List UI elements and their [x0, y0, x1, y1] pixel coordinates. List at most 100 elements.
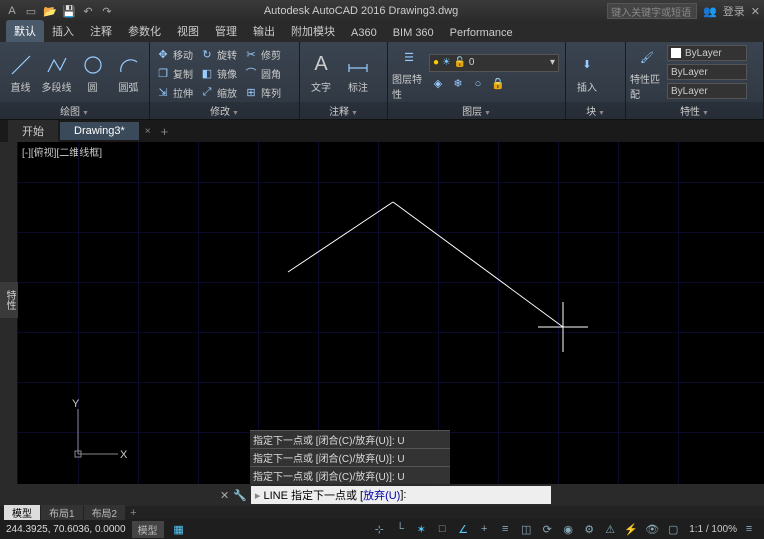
properties-palette-tab[interactable]: 特性: [0, 282, 19, 318]
polyline-icon: [45, 53, 69, 77]
layer-off-button[interactable]: ○: [469, 75, 487, 93]
help-search-input[interactable]: 键入关键字或短语: [607, 3, 697, 19]
ribbon-tab-default[interactable]: 默认: [6, 20, 44, 42]
osnap-toggle[interactable]: □: [433, 521, 451, 537]
match-properties-button[interactable]: 🖌 特性匹配: [630, 44, 664, 102]
cycling-toggle[interactable]: ⟳: [538, 521, 556, 537]
layer-iso-button[interactable]: ◈: [429, 75, 447, 93]
ribbon-tab-output[interactable]: 输出: [245, 20, 283, 42]
insert-block-button[interactable]: ⬇ 插入: [570, 44, 604, 102]
rotate-button[interactable]: ↻旋转: [198, 45, 239, 63]
panel-title-modify[interactable]: 修改: [150, 102, 299, 119]
trim-button[interactable]: ✂修剪: [242, 45, 283, 63]
lineweight-combo[interactable]: ByLayer: [667, 83, 747, 99]
cmd-prompt-icon: ▸: [255, 489, 261, 502]
trim-icon: ✂: [244, 47, 258, 61]
new-layout-button[interactable]: +: [130, 507, 136, 519]
file-tab-start[interactable]: 开始: [8, 120, 58, 142]
transparency-toggle[interactable]: ◫: [517, 521, 535, 537]
panel-title-props[interactable]: 特性: [626, 102, 763, 119]
ribbon-tab-addins[interactable]: 附加模块: [283, 20, 343, 42]
ribbon-tab-insert[interactable]: 插入: [44, 20, 82, 42]
annotation-monitor[interactable]: ⚠: [601, 521, 619, 537]
dimension-button[interactable]: 标注: [341, 44, 375, 102]
command-input[interactable]: ▸ LINE 指定下一点或 [放弃(U)]:: [251, 486, 551, 504]
isolate-objects[interactable]: 👁: [643, 521, 661, 537]
file-tab-drawing[interactable]: Drawing3*: [60, 122, 139, 140]
layout-tab-model[interactable]: 模型: [4, 505, 40, 520]
text-button[interactable]: A 文字: [304, 44, 338, 102]
exchange-icon[interactable]: ✕: [751, 5, 760, 18]
dyn-input-toggle[interactable]: +: [475, 521, 493, 537]
mirror-button[interactable]: ◧镜像: [198, 64, 239, 82]
new-tab-button[interactable]: +: [161, 124, 169, 139]
ribbon-tab-annotate[interactable]: 注释: [82, 20, 120, 42]
line-button[interactable]: 直线: [4, 44, 37, 102]
stretch-button[interactable]: ⇲拉伸: [154, 83, 195, 101]
ribbon-tab-performance[interactable]: Performance: [442, 24, 521, 42]
clean-screen[interactable]: ▢: [664, 521, 682, 537]
ribbon-tab-bim360[interactable]: BIM 360: [385, 24, 442, 42]
match-properties-icon: 🖌: [635, 45, 659, 69]
scale-button[interactable]: ⤢缩放: [198, 83, 239, 101]
panel-title-layers[interactable]: 图层: [388, 102, 565, 119]
workspace-button[interactable]: ⚙: [580, 521, 598, 537]
snap-toggle[interactable]: ⊹: [370, 521, 388, 537]
polar-toggle[interactable]: ✶: [412, 521, 430, 537]
layer-lock-button[interactable]: 🔒: [489, 75, 507, 93]
drawing-canvas[interactable]: [-][俯视][二维线框] X Y 指定下一点或 [闭合(C)/放弃(U)]: …: [18, 142, 764, 484]
polyline-button[interactable]: 多段线: [40, 44, 73, 102]
space-toggle[interactable]: 模型: [132, 521, 164, 538]
insert-block-icon: ⬇: [575, 53, 599, 77]
layer-freeze-button[interactable]: ❄: [449, 75, 467, 93]
layout-tab-1[interactable]: 布局1: [41, 505, 83, 520]
arc-button[interactable]: 圆弧: [112, 44, 145, 102]
cmd-options-icon[interactable]: 🔧: [233, 489, 247, 502]
lineweight-toggle[interactable]: ≡: [496, 521, 514, 537]
scale-icon: ⤢: [200, 85, 214, 99]
array-button[interactable]: ⊞阵列: [242, 83, 283, 101]
coordinates-readout[interactable]: 244.3925, 70.6036, 0.0000: [6, 524, 126, 535]
linetype-combo[interactable]: ByLayer: [667, 64, 747, 80]
move-button[interactable]: ✥移动: [154, 45, 195, 63]
command-history: 指定下一点或 [闭合(C)/放弃(U)]: U 指定下一点或 [闭合(C)/放弃…: [250, 430, 450, 484]
color-swatch: [671, 48, 681, 58]
fillet-button[interactable]: ⌒圆角: [242, 64, 283, 82]
qat-new-icon[interactable]: ▭: [23, 3, 39, 19]
circle-button[interactable]: 圆: [76, 44, 109, 102]
3dosnap-toggle[interactable]: ◉: [559, 521, 577, 537]
close-tab-icon[interactable]: ×: [145, 126, 151, 137]
mirror-icon: ◧: [200, 66, 214, 80]
qat-redo-icon[interactable]: ↷: [99, 3, 115, 19]
hardware-accel[interactable]: ⚡: [622, 521, 640, 537]
layer-combo[interactable]: ● ☀ 🔓 0 ▾: [429, 54, 559, 72]
infocenter-icon[interactable]: 👥: [703, 5, 717, 18]
lightbulb-icon: ●: [433, 57, 439, 68]
panel-title-draw[interactable]: 绘图: [0, 102, 149, 119]
layout-tab-2[interactable]: 布局2: [84, 505, 126, 520]
ribbon-tab-view[interactable]: 视图: [169, 20, 207, 42]
ortho-toggle[interactable]: └: [391, 521, 409, 537]
app-menu-icon[interactable]: A: [4, 3, 20, 19]
svg-text:X: X: [120, 449, 128, 461]
annotation-scale[interactable]: 1:1 / 100%: [689, 524, 737, 535]
copy-button[interactable]: ❐复制: [154, 64, 195, 82]
layer-properties-button[interactable]: ☰ 图层特性: [392, 44, 426, 102]
rotate-icon: ↻: [200, 47, 214, 61]
ribbon-tab-parametric[interactable]: 参数化: [120, 20, 169, 42]
qat-save-icon[interactable]: 💾: [61, 3, 77, 19]
panel-title-block[interactable]: 块: [566, 102, 625, 119]
ucs-icon[interactable]: X Y: [58, 399, 138, 469]
login-button[interactable]: 登录: [723, 3, 745, 19]
customize-statusbar[interactable]: ≡: [740, 521, 758, 537]
ribbon-tab-a360[interactable]: A360: [343, 24, 385, 42]
color-combo[interactable]: ByLayer: [667, 45, 747, 61]
otrack-toggle[interactable]: ∠: [454, 521, 472, 537]
cmd-close-icon[interactable]: ✕: [220, 489, 229, 502]
lock-icon: 🔓: [454, 57, 466, 68]
qat-undo-icon[interactable]: ↶: [80, 3, 96, 19]
qat-open-icon[interactable]: 📂: [42, 3, 58, 19]
panel-title-annot[interactable]: 注释: [300, 102, 387, 119]
ribbon-tab-manage[interactable]: 管理: [207, 20, 245, 42]
grid-toggle[interactable]: ▦: [170, 521, 188, 537]
